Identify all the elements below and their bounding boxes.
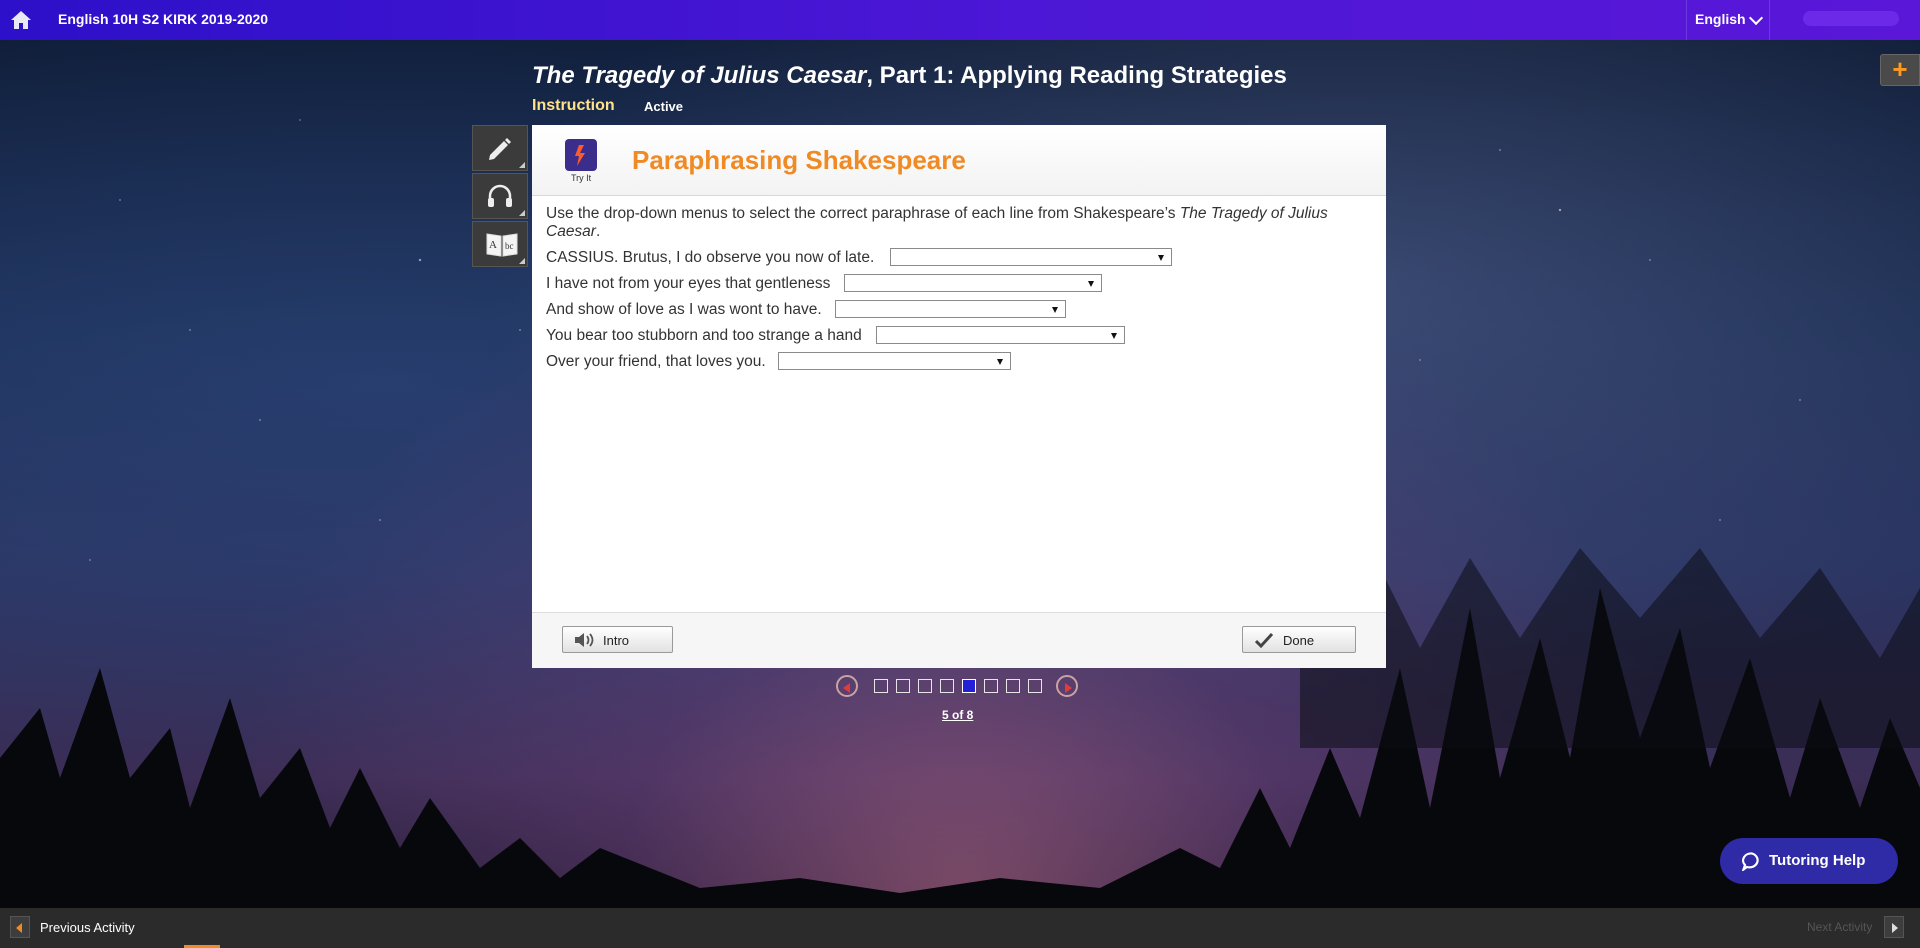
title-work: The Tragedy of Julius Caesar (532, 62, 867, 89)
done-button[interactable]: Done (1242, 626, 1356, 653)
user-menu[interactable] (1803, 11, 1899, 26)
panel-header: Try It Paraphrasing Shakespeare (532, 125, 1386, 196)
paraphrase-dropdown[interactable] (835, 300, 1066, 318)
try-it-badge-icon (565, 139, 597, 171)
tool-corner-indicator (519, 258, 525, 264)
tool-corner-indicator (519, 162, 525, 168)
chevron-down-icon (1748, 10, 1764, 26)
pencil-icon (489, 138, 511, 160)
paraphrase-dropdown[interactable] (876, 326, 1125, 344)
speaker-icon (575, 633, 594, 647)
intro-button[interactable]: Intro (562, 626, 673, 653)
bottom-bar: Previous Activity Next Activity (0, 908, 1920, 948)
dictionary-icon: A bc (486, 233, 518, 257)
panel-heading: Paraphrasing Shakespeare (632, 145, 966, 175)
right-arrow-icon (1065, 683, 1072, 693)
chat-bubble-icon (1742, 852, 1759, 871)
left-arrow-icon (16, 923, 22, 933)
svg-text:A: A (489, 239, 497, 251)
intro-label: Intro (603, 633, 630, 648)
tool-corner-indicator (519, 210, 525, 216)
line-row: CASSIUS. Brutus, I do observe you now of… (546, 248, 1372, 268)
audio-tool-button[interactable] (472, 173, 528, 219)
dropdown-arrow-icon (997, 359, 1003, 365)
tab-instruction[interactable]: Instruction (532, 97, 615, 115)
dropdown-arrow-icon (1158, 255, 1164, 261)
left-arrow-icon (843, 683, 850, 693)
course-title: English 10H S2 KIRK 2019-2020 (58, 11, 269, 27)
page-indicator: 5 of 8 (942, 708, 974, 722)
dropdown-arrow-icon (1111, 333, 1117, 339)
page-square-current[interactable] (962, 679, 976, 693)
line-text: Over your friend, that loves you. (546, 353, 766, 370)
line-text: And show of love as I was wont to have. (546, 301, 822, 318)
tool-palette: A bc (472, 125, 528, 269)
tutoring-help-label: Tutoring Help (1769, 852, 1866, 869)
done-label: Done (1283, 633, 1315, 648)
next-page-button[interactable] (1056, 675, 1078, 697)
try-it-label: Try It (571, 173, 592, 183)
top-bar: English 10H S2 KIRK 2019-2020 English (0, 0, 1920, 40)
line-row: You bear too stubborn and too strange a … (546, 326, 1372, 346)
instructions-prefix: Use the drop-down menus to select the co… (546, 205, 1180, 222)
page-square[interactable] (896, 679, 910, 693)
headphones-icon (488, 184, 512, 207)
line-row: Over your friend, that loves you. (546, 352, 1372, 372)
dropdown-arrow-icon (1088, 281, 1094, 287)
language-label: English (1695, 11, 1746, 27)
tutoring-help-button[interactable]: Tutoring Help (1720, 838, 1898, 884)
dropdown-arrow-icon (1052, 307, 1058, 313)
line-text: I have not from your eyes that gentlenes… (546, 275, 831, 292)
activity-title: The Tragedy of Julius Caesar, Part 1: Ap… (532, 62, 1287, 90)
previous-activity-label[interactable]: Previous Activity (40, 920, 135, 935)
add-button[interactable]: + (1880, 54, 1920, 86)
checkmark-icon (1255, 632, 1273, 648)
line-text: CASSIUS. Brutus, I do observe you now of… (546, 249, 875, 266)
page-navigator (836, 675, 1086, 701)
page-square[interactable] (918, 679, 932, 693)
previous-page-button[interactable] (836, 675, 858, 697)
page-square[interactable] (940, 679, 954, 693)
page-square[interactable] (984, 679, 998, 693)
paraphrase-dropdown[interactable] (844, 274, 1102, 292)
svg-text:bc: bc (505, 241, 514, 251)
page-square[interactable] (874, 679, 888, 693)
instructions: Use the drop-down menus to select the co… (546, 205, 1372, 241)
tab-active[interactable]: Active (644, 99, 683, 114)
line-text: You bear too stubborn and too strange a … (546, 327, 862, 344)
panel-content: Use the drop-down menus to select the co… (546, 205, 1372, 370)
home-icon[interactable] (10, 9, 32, 31)
paraphrase-dropdown[interactable] (890, 248, 1172, 266)
next-activity-label[interactable]: Next Activity (1807, 920, 1872, 934)
right-arrow-icon (1892, 923, 1898, 933)
previous-activity-button[interactable] (10, 916, 30, 938)
paraphrase-dropdown[interactable] (778, 352, 1011, 370)
activity-panel: Try It Paraphrasing Shakespeare Use the … (532, 125, 1386, 668)
pencil-tool-button[interactable] (472, 125, 528, 171)
instructions-suffix: . (595, 223, 601, 240)
dictionary-tool-button[interactable]: A bc (472, 221, 528, 267)
page-square[interactable] (1028, 679, 1042, 693)
panel-footer: Intro Done (532, 612, 1386, 668)
line-row: I have not from your eyes that gentlenes… (546, 274, 1372, 294)
page-square[interactable] (1006, 679, 1020, 693)
title-rest: , Part 1: Applying Reading Strategies (866, 62, 1287, 89)
language-selector[interactable]: English (1686, 0, 1770, 40)
line-row: And show of love as I was wont to have. (546, 300, 1372, 320)
next-activity-button[interactable] (1884, 916, 1904, 938)
